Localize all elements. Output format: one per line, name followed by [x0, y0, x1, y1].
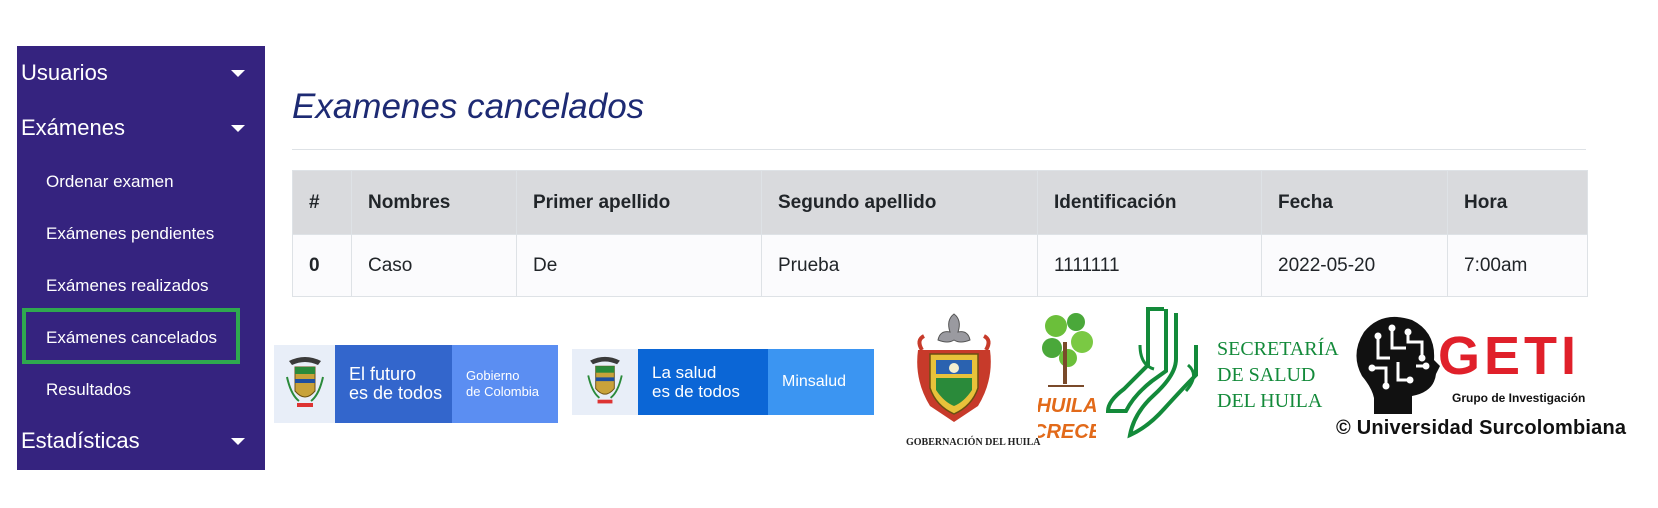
menu-examenes-label: Exámenes	[21, 115, 125, 140]
column-header: Hora	[1447, 170, 1588, 235]
menu-usuarios[interactable]: Usuarios	[21, 53, 259, 93]
huila-crece-line2: CRECE	[1038, 421, 1096, 443]
table-cell: 0	[292, 234, 352, 297]
sidebar-item-examenes-cancelados[interactable]: Exámenes cancelados	[46, 322, 246, 354]
table-cell: 2022-05-20	[1261, 234, 1448, 297]
table-header-row: # Nombres Primer apellido Segundo apelli…	[292, 170, 1588, 235]
caret-down-icon	[231, 70, 245, 77]
menu-estadisticas[interactable]: Estadísticas	[21, 421, 259, 461]
menu-usuarios-label: Usuarios	[21, 60, 108, 85]
colombia-coat-of-arms-icon	[572, 349, 638, 415]
menu-estadisticas-label: Estadísticas	[21, 428, 140, 453]
huila-crece-logo-icon: HUILA CRECE	[1038, 313, 1096, 443]
secretaria-line1: SECRETARÍA	[1217, 338, 1339, 360]
minsalud-slogan-line2: es de todos	[652, 382, 740, 401]
page-title: Examenes cancelados	[292, 87, 645, 126]
secretaria-line3: DEL HUILA	[1217, 390, 1323, 412]
title-divider	[292, 149, 1586, 150]
gobierno-slogan: El futuro es de todos	[335, 345, 452, 423]
geti-subtitle: Grupo de Investigación	[1452, 391, 1586, 405]
column-header: Identificación	[1037, 170, 1262, 235]
sidebar-item-ordenar-examen[interactable]: Ordenar examen	[46, 166, 246, 198]
sidebar-item-examenes-realizados[interactable]: Exámenes realizados	[46, 270, 246, 302]
table-cell: 7:00am	[1447, 234, 1588, 297]
menu-examenes[interactable]: Exámenes	[21, 108, 259, 148]
table-cell: 1111111	[1037, 234, 1262, 297]
minsalud-logo: La salud es de todos Minsalud	[572, 349, 874, 415]
secretaria-salud-text: SECRETARÍA DE SALUD DEL HUILA	[1217, 336, 1357, 414]
huila-crece-line1: HUILA	[1038, 395, 1096, 417]
minsalud-brand-label: Minsalud	[782, 373, 847, 390]
table-row: 0 Caso De Prueba 1111111 2022-05-20 7:00…	[292, 234, 1588, 297]
geti-university: © Universidad Surcolombiana	[1336, 417, 1627, 439]
secretaria-salud-emblem-icon	[1105, 307, 1198, 439]
table-cell: De	[516, 234, 762, 297]
minsalud-brand: Minsalud	[768, 349, 874, 415]
geti-head-circuit-icon	[1356, 316, 1440, 414]
gobierno-slogan-line1: El futuro	[349, 364, 417, 384]
column-header: Nombres	[351, 170, 517, 235]
geti-name: GETI	[1438, 326, 1581, 386]
column-header: Segundo apellido	[761, 170, 1038, 235]
gobernacion-huila-crest-icon	[917, 313, 991, 422]
minsalud-slogan: La salud es de todos	[638, 349, 768, 415]
sidebar-item-examenes-pendientes[interactable]: Exámenes pendientes	[46, 218, 246, 250]
gobierno-brand-line1: Gobierno	[466, 368, 520, 383]
column-header: Primer apellido	[516, 170, 762, 235]
table-cell: Prueba	[761, 234, 1038, 297]
caret-down-icon	[231, 438, 245, 445]
gobierno-slogan-line2: es de todos	[349, 383, 443, 403]
caret-down-icon	[231, 125, 245, 132]
gobernacion-caption: GOBERNACIÓN DEL HUILA	[906, 437, 1041, 448]
gobierno-colombia-logo: El futuro es de todos Gobierno de Colomb…	[274, 345, 558, 423]
gobierno-brand: Gobierno de Colombia	[452, 345, 558, 423]
secretaria-line2: DE SALUD	[1217, 364, 1316, 386]
colombia-coat-of-arms-icon	[274, 345, 335, 423]
table-cell: Caso	[351, 234, 517, 297]
column-header: Fecha	[1261, 170, 1448, 235]
column-header: #	[292, 170, 352, 235]
sidebar: Usuarios Exámenes Ordenar examen Exámene…	[17, 46, 265, 470]
gobierno-brand-line2: de Colombia	[466, 384, 539, 399]
minsalud-slogan-line1: La salud	[652, 363, 717, 382]
sidebar-item-resultados[interactable]: Resultados	[46, 374, 246, 406]
cancelled-exams-table: # Nombres Primer apellido Segundo apelli…	[292, 170, 1588, 297]
